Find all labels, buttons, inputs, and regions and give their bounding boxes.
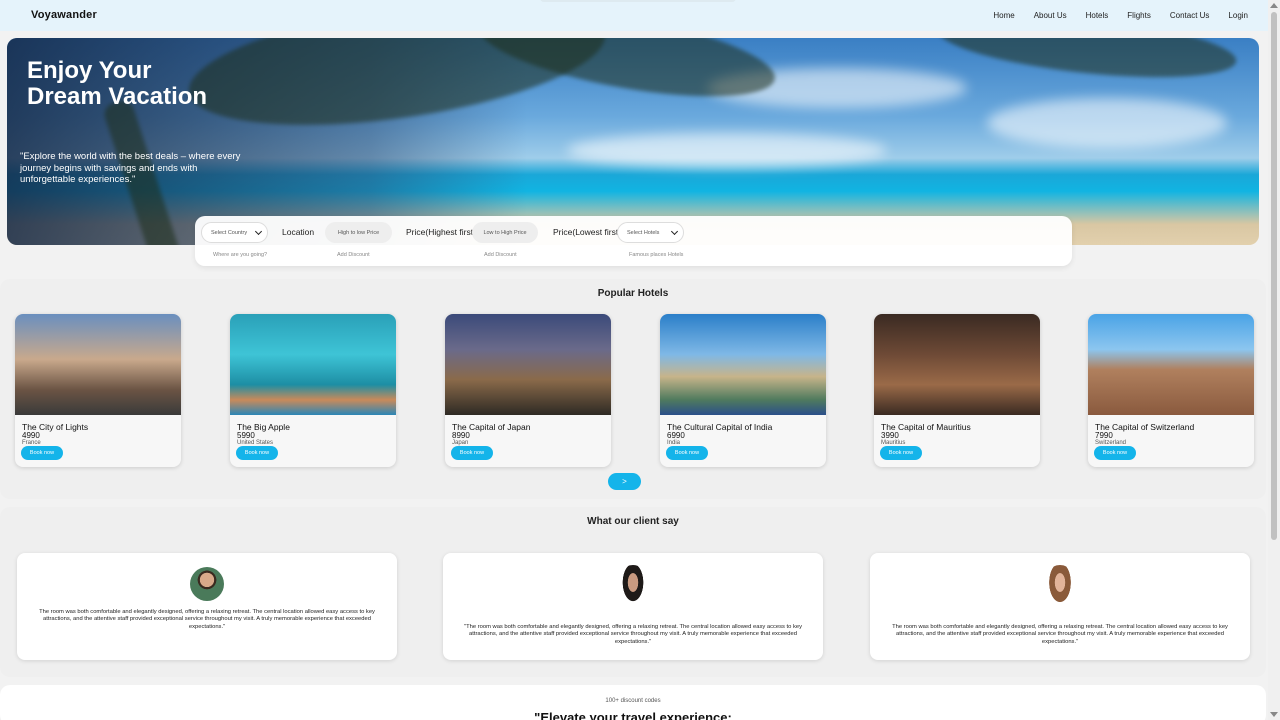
book-now-button[interactable]: Book now (1094, 446, 1136, 460)
hotel-image (874, 314, 1040, 415)
avatar (190, 567, 224, 601)
hero-title: Enjoy Your Dream Vacation (27, 58, 207, 110)
avatar (1042, 565, 1078, 615)
discount-heading: "Elevate your travel experience: (534, 710, 732, 720)
chevron-down-icon (254, 227, 263, 236)
brand-logo[interactable]: Voyawander (31, 9, 97, 21)
hero-title-line2: Dream Vacation (27, 83, 208, 110)
nav-link-hotels[interactable]: Hotels (1086, 11, 1109, 20)
search-bar: Select Country Where are you going? Loca… (195, 216, 1072, 266)
hero-cloud (567, 133, 887, 168)
testimonial-card: The room was both comfortable and elegan… (870, 553, 1250, 660)
palm-leaves (934, 38, 1240, 89)
testimonial-card: "The room was both comfortable and elega… (443, 553, 823, 660)
section-title: Popular Hotels (597, 288, 669, 299)
country-select[interactable]: Select Country (201, 222, 268, 243)
nav-decoration (540, 0, 736, 2)
scroll-down-arrow-icon[interactable] (1270, 712, 1278, 717)
hotel-price: 4990 (22, 431, 40, 440)
nav-links: Home About Us Hotels Flights Contact Us … (974, 11, 1248, 20)
hero-cloud (987, 98, 1227, 148)
hotel-price: 3990 (881, 431, 899, 440)
hotel-card[interactable]: The Capital of Japan 8990 Japan Book now (445, 314, 611, 467)
book-now-button[interactable]: Book now (666, 446, 708, 460)
popular-hotels-section: Popular Hotels The City of Lights 4990 F… (0, 279, 1266, 499)
high-discount-hint: Add Discount (337, 252, 370, 258)
low-to-high-button[interactable]: Low to High Price (472, 222, 538, 243)
high-to-low-button[interactable]: High to low Price (325, 222, 392, 243)
hotel-card[interactable]: The Capital of Switzerland 7990 Switzerl… (1088, 314, 1254, 467)
nav-link-login[interactable]: Login (1228, 11, 1248, 20)
nav-link-flights[interactable]: Flights (1127, 11, 1151, 20)
hotel-card[interactable]: The City of Lights 4990 France Book now (15, 314, 181, 467)
testimonial-text: "The room was both comfortable and elega… (464, 624, 802, 645)
hotels-select[interactable]: Select Hotels (617, 222, 684, 243)
nav-link-about[interactable]: About Us (1034, 11, 1067, 20)
hotel-card[interactable]: The Capital of Mauritius 3990 Mauritius … (874, 314, 1040, 467)
scrollbar-thumb[interactable] (1271, 12, 1277, 540)
hotels-select-value: Select Hotels (627, 229, 660, 236)
discount-count: 100+ discount codes (605, 698, 661, 704)
price-lowest-label: Price(Lowest first) (553, 227, 622, 237)
book-now-button[interactable]: Book now (880, 446, 922, 460)
country-select-value: Select Country (211, 229, 248, 236)
section-title: What our client say (587, 516, 679, 527)
country-hint: Where are you going? (213, 252, 268, 258)
nav-link-home[interactable]: Home (993, 11, 1014, 20)
testimonial-card: The room was both comfortable and elegan… (17, 553, 397, 660)
scroll-up-arrow-icon[interactable] (1270, 3, 1278, 8)
location-label: Location (282, 227, 315, 237)
book-now-button[interactable]: Book now (236, 446, 278, 460)
nav-link-contact[interactable]: Contact Us (1170, 11, 1210, 20)
hotels-hint: Famous places Hotels (629, 252, 684, 258)
testimonials-section: What our client say The room was both co… (0, 507, 1266, 677)
price-highest-label: Price(Highest first) (406, 227, 476, 237)
low-discount-hint: Add Discount (484, 252, 517, 258)
discount-section: 100+ discount codes "Elevate your travel… (0, 685, 1266, 720)
hotel-card[interactable]: The Big Apple 5990 United States Book no… (230, 314, 396, 467)
hotel-image (230, 314, 396, 415)
hotel-image (660, 314, 826, 415)
hotel-image (15, 314, 181, 415)
hero-title-line1: Enjoy Your (27, 57, 152, 84)
page-scrollbar[interactable] (1268, 0, 1280, 720)
top-navbar: Voyawander Home About Us Hotels Flights … (0, 0, 1268, 31)
hotel-image (1088, 314, 1254, 415)
hotel-price: 8990 (452, 431, 470, 440)
hotel-image (445, 314, 611, 415)
chevron-down-icon (670, 227, 679, 236)
hotel-price: 6990 (667, 431, 685, 440)
testimonial-text: The room was both comfortable and elegan… (39, 609, 375, 630)
book-now-button[interactable]: Book now (451, 446, 493, 460)
hotel-card[interactable]: The Cultural Capital of India 6990 India… (660, 314, 826, 467)
hero-quote: "Explore the world with the best deals –… (20, 151, 241, 185)
carousel-next-button[interactable]: > (608, 473, 641, 490)
avatar (615, 565, 651, 615)
hotel-price: 5990 (237, 431, 255, 440)
hero-banner: Enjoy Your Dream Vacation "Explore the w… (7, 38, 1259, 245)
testimonial-text: The room was both comfortable and elegan… (892, 624, 1228, 645)
hotel-price: 7990 (1095, 431, 1113, 440)
book-now-button[interactable]: Book now (21, 446, 63, 460)
